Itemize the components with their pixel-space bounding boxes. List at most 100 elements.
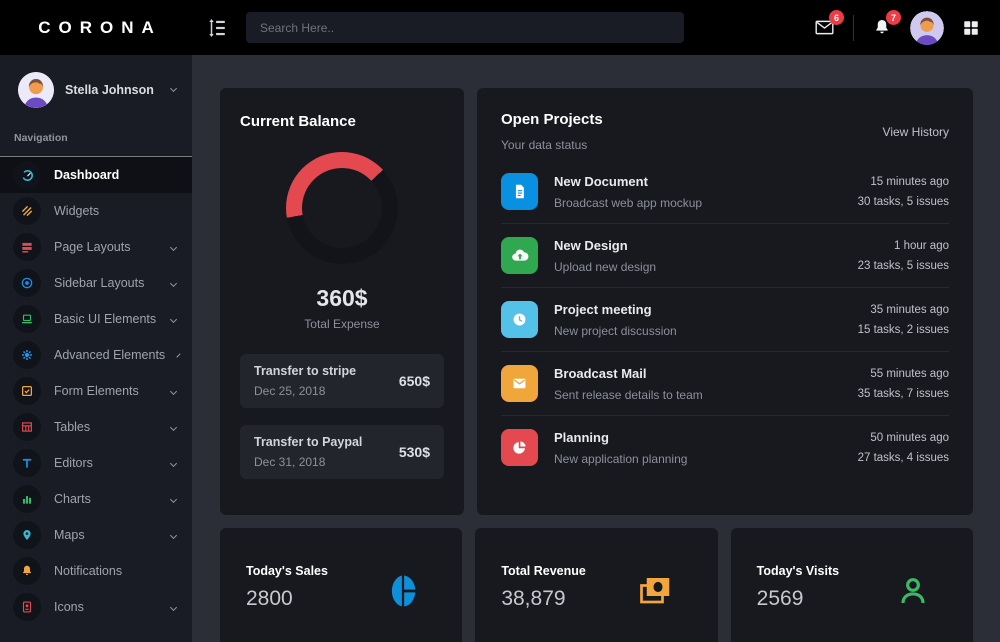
project-title: Project meeting [554, 302, 677, 317]
sidebar-menu: Dashboard Widgets Page Layouts Side [0, 156, 192, 625]
chevron-down-icon [170, 85, 177, 92]
sidebar-item-dashboard[interactable]: Dashboard [0, 157, 192, 193]
target-icon [13, 269, 41, 297]
chevron-down-icon [170, 495, 177, 502]
project-meta: 27 tasks, 4 issues [858, 452, 949, 464]
sidebar-item-tables[interactable]: Tables [0, 409, 192, 445]
project-subtitle: New project discussion [554, 324, 677, 338]
project-time: 1 hour ago [858, 240, 949, 252]
search-bar [246, 12, 684, 43]
envelope-icon [501, 365, 538, 402]
project-title: New Document [554, 174, 702, 189]
sidebar-item-widgets[interactable]: Widgets [0, 193, 192, 229]
project-meta: 30 tasks, 5 issues [858, 196, 949, 208]
main-content: Current Balance 360$ Total Expense Trans… [192, 55, 1000, 642]
sidebar-item-advanced-elements[interactable]: Advanced Elements [0, 337, 192, 373]
current-balance-card: Current Balance 360$ Total Expense Trans… [220, 88, 464, 515]
profile-name: Stella Johnson [65, 83, 154, 97]
search-input[interactable] [246, 12, 684, 43]
project-subtitle: Broadcast web app mockup [554, 196, 702, 210]
avatar-image [18, 72, 54, 108]
sidebar-item-notifications[interactable]: Notifications [0, 553, 192, 589]
stripes-icon [13, 197, 41, 225]
chevron-down-icon [170, 603, 177, 610]
project-subtitle: New application planning [554, 452, 687, 466]
navbar-actions: 6 7 [814, 11, 1000, 45]
project-meta: 35 tasks, 7 issues [858, 388, 949, 400]
gear-icon [13, 341, 41, 369]
brand-logo[interactable]: CORONA [0, 0, 192, 55]
editor-icon [13, 449, 41, 477]
project-subtitle: Sent release details to team [554, 388, 703, 402]
transfer-row[interactable]: Transfer to Paypal Dec 31, 2018 530$ [240, 425, 444, 479]
notifications-button[interactable]: 7 [872, 17, 892, 38]
navbar-divider [853, 15, 854, 41]
expense-donut-chart [286, 152, 398, 264]
sidebar-item-sidebar-layouts[interactable]: Sidebar Layouts [0, 265, 192, 301]
cloud-upload-icon [501, 237, 538, 274]
sidebar-item-label: Page Layouts [54, 240, 130, 254]
sidebar-item-basic-ui-elements[interactable]: Basic UI Elements [0, 301, 192, 337]
person-icon [897, 572, 929, 615]
clock-icon [501, 301, 538, 338]
file-icon [501, 173, 538, 210]
line-spacing-icon [206, 17, 228, 39]
sidebar-toggle-button[interactable] [206, 17, 228, 39]
sidebar: Stella Johnson Navigation Dashboard Widg… [0, 55, 192, 642]
project-row[interactable]: New Document Broadcast web app mockup 15… [501, 160, 949, 224]
sidebar-item-icons[interactable]: Icons [0, 589, 192, 625]
sidebar-item-label: Basic UI Elements [54, 312, 156, 326]
chevron-down-icon [170, 459, 177, 466]
chevron-down-icon [170, 243, 177, 250]
card-title: Current Balance [240, 113, 444, 130]
project-row[interactable]: Planning New application planning 50 min… [501, 416, 949, 479]
transfers-list: Transfer to stripe Dec 25, 2018 650$ Tra… [240, 354, 444, 479]
sidebar-item-label: Editors [54, 456, 93, 470]
user-avatar[interactable] [910, 11, 944, 45]
view-history-link[interactable]: View History [883, 125, 949, 139]
project-title: Planning [554, 430, 687, 445]
project-row[interactable]: New Design Upload new design 1 hour ago … [501, 224, 949, 288]
grid-icon [962, 19, 980, 37]
total-expense-amount: 360$ [240, 285, 444, 312]
project-meta: 15 tasks, 2 issues [858, 324, 949, 336]
profile-menu[interactable]: Stella Johnson [0, 55, 192, 120]
sidebar-item-page-layouts[interactable]: Page Layouts [0, 229, 192, 265]
transfer-amount: 650$ [399, 373, 430, 389]
transfer-date: Dec 31, 2018 [254, 455, 362, 469]
bell-icon [13, 557, 41, 585]
notifications-badge: 7 [886, 10, 901, 25]
top-navbar: CORONA 6 [0, 0, 1000, 55]
transfer-amount: 530$ [399, 444, 430, 460]
sidebar-item-label: Notifications [54, 564, 122, 578]
sidebar-item-label: Tables [54, 420, 90, 434]
transfer-title: Transfer to Paypal [254, 435, 362, 449]
project-row[interactable]: Project meeting New project discussion 3… [501, 288, 949, 352]
table-icon [13, 413, 41, 441]
sidebar-item-label: Advanced Elements [54, 348, 165, 362]
project-time: 35 minutes ago [858, 304, 949, 316]
sidebar-item-editors[interactable]: Editors [0, 445, 192, 481]
projects-list: New Document Broadcast web app mockup 15… [501, 160, 949, 479]
gauge-icon [13, 161, 41, 189]
messages-button[interactable]: 6 [814, 17, 835, 38]
sidebar-item-label: Charts [54, 492, 91, 506]
project-time: 55 minutes ago [858, 368, 949, 380]
sidebar-item-charts[interactable]: Charts [0, 481, 192, 517]
todays-visits-card: Today's Visits 2569 [731, 528, 973, 642]
sidebar-item-label: Dashboard [54, 168, 119, 182]
card-subtitle: Your data status [501, 138, 603, 152]
sidebar-item-maps[interactable]: Maps [0, 517, 192, 553]
chevron-down-icon [170, 315, 177, 322]
pie-chart-icon [501, 429, 538, 466]
todays-sales-card: Today's Sales 2800 [220, 528, 462, 642]
apps-menu-button[interactable] [962, 19, 980, 37]
project-row[interactable]: Broadcast Mail Sent release details to t… [501, 352, 949, 416]
project-meta: 23 tasks, 5 issues [858, 260, 949, 272]
transfer-row[interactable]: Transfer to stripe Dec 25, 2018 650$ [240, 354, 444, 408]
pie-stat-icon [388, 572, 418, 615]
form-icon [13, 377, 41, 405]
sidebar-item-form-elements[interactable]: Form Elements [0, 373, 192, 409]
map-pin-icon [13, 521, 41, 549]
profile-avatar [18, 72, 54, 108]
